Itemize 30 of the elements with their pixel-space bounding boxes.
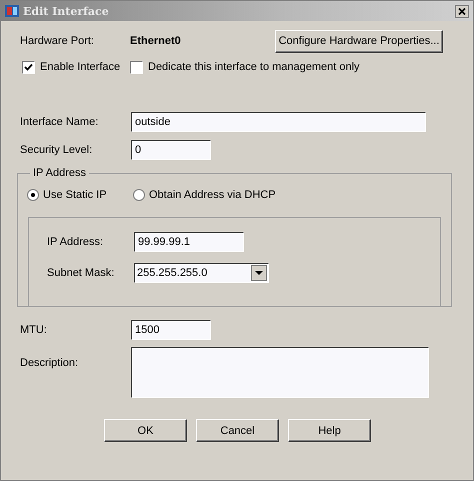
app-icon bbox=[5, 4, 19, 18]
checkbox[interactable] bbox=[22, 60, 35, 74]
radio-label: Use Static IP bbox=[43, 189, 107, 201]
description-field[interactable] bbox=[131, 347, 429, 398]
field-label: MTU: bbox=[20, 324, 48, 336]
checkbox[interactable] bbox=[130, 60, 143, 74]
group-title: IP Address bbox=[32, 167, 87, 179]
window-title: Edit Interface bbox=[23, 4, 110, 18]
radio-label: Obtain Address via DHCP bbox=[149, 189, 276, 201]
dialog-button[interactable]: Help bbox=[288, 419, 371, 442]
field-label: Security Level: bbox=[20, 144, 94, 156]
field-label: Hardware Port: bbox=[20, 35, 95, 47]
field-label: Description: bbox=[20, 357, 80, 369]
radio-button[interactable] bbox=[133, 189, 145, 201]
security-level-field[interactable]: 0 bbox=[131, 140, 211, 160]
checkbox-label: Dedicate this interface to management only bbox=[148, 61, 360, 73]
field-label: Interface Name: bbox=[20, 116, 100, 128]
ip-address-field[interactable]: 99.99.99.1 bbox=[134, 232, 244, 252]
field-label: IP Address: bbox=[47, 236, 104, 248]
configure-button[interactable]: Configure Hardware Properties... bbox=[275, 30, 443, 52]
checkbox-label: Enable Interface bbox=[40, 61, 120, 73]
subnet-mask-dropdown[interactable]: 255.255.255.0 bbox=[134, 263, 269, 283]
interface-name-field[interactable]: outside bbox=[131, 112, 426, 132]
mtu-field[interactable]: 1500 bbox=[131, 320, 211, 340]
dialog-button[interactable]: OK bbox=[104, 419, 187, 442]
field-label: Subnet Mask: bbox=[47, 267, 116, 279]
dialog-button[interactable]: Cancel bbox=[196, 419, 279, 442]
close-icon[interactable] bbox=[455, 4, 469, 18]
radio-button[interactable] bbox=[27, 189, 39, 201]
hardware-port-value: Ethernet0 bbox=[130, 35, 182, 47]
